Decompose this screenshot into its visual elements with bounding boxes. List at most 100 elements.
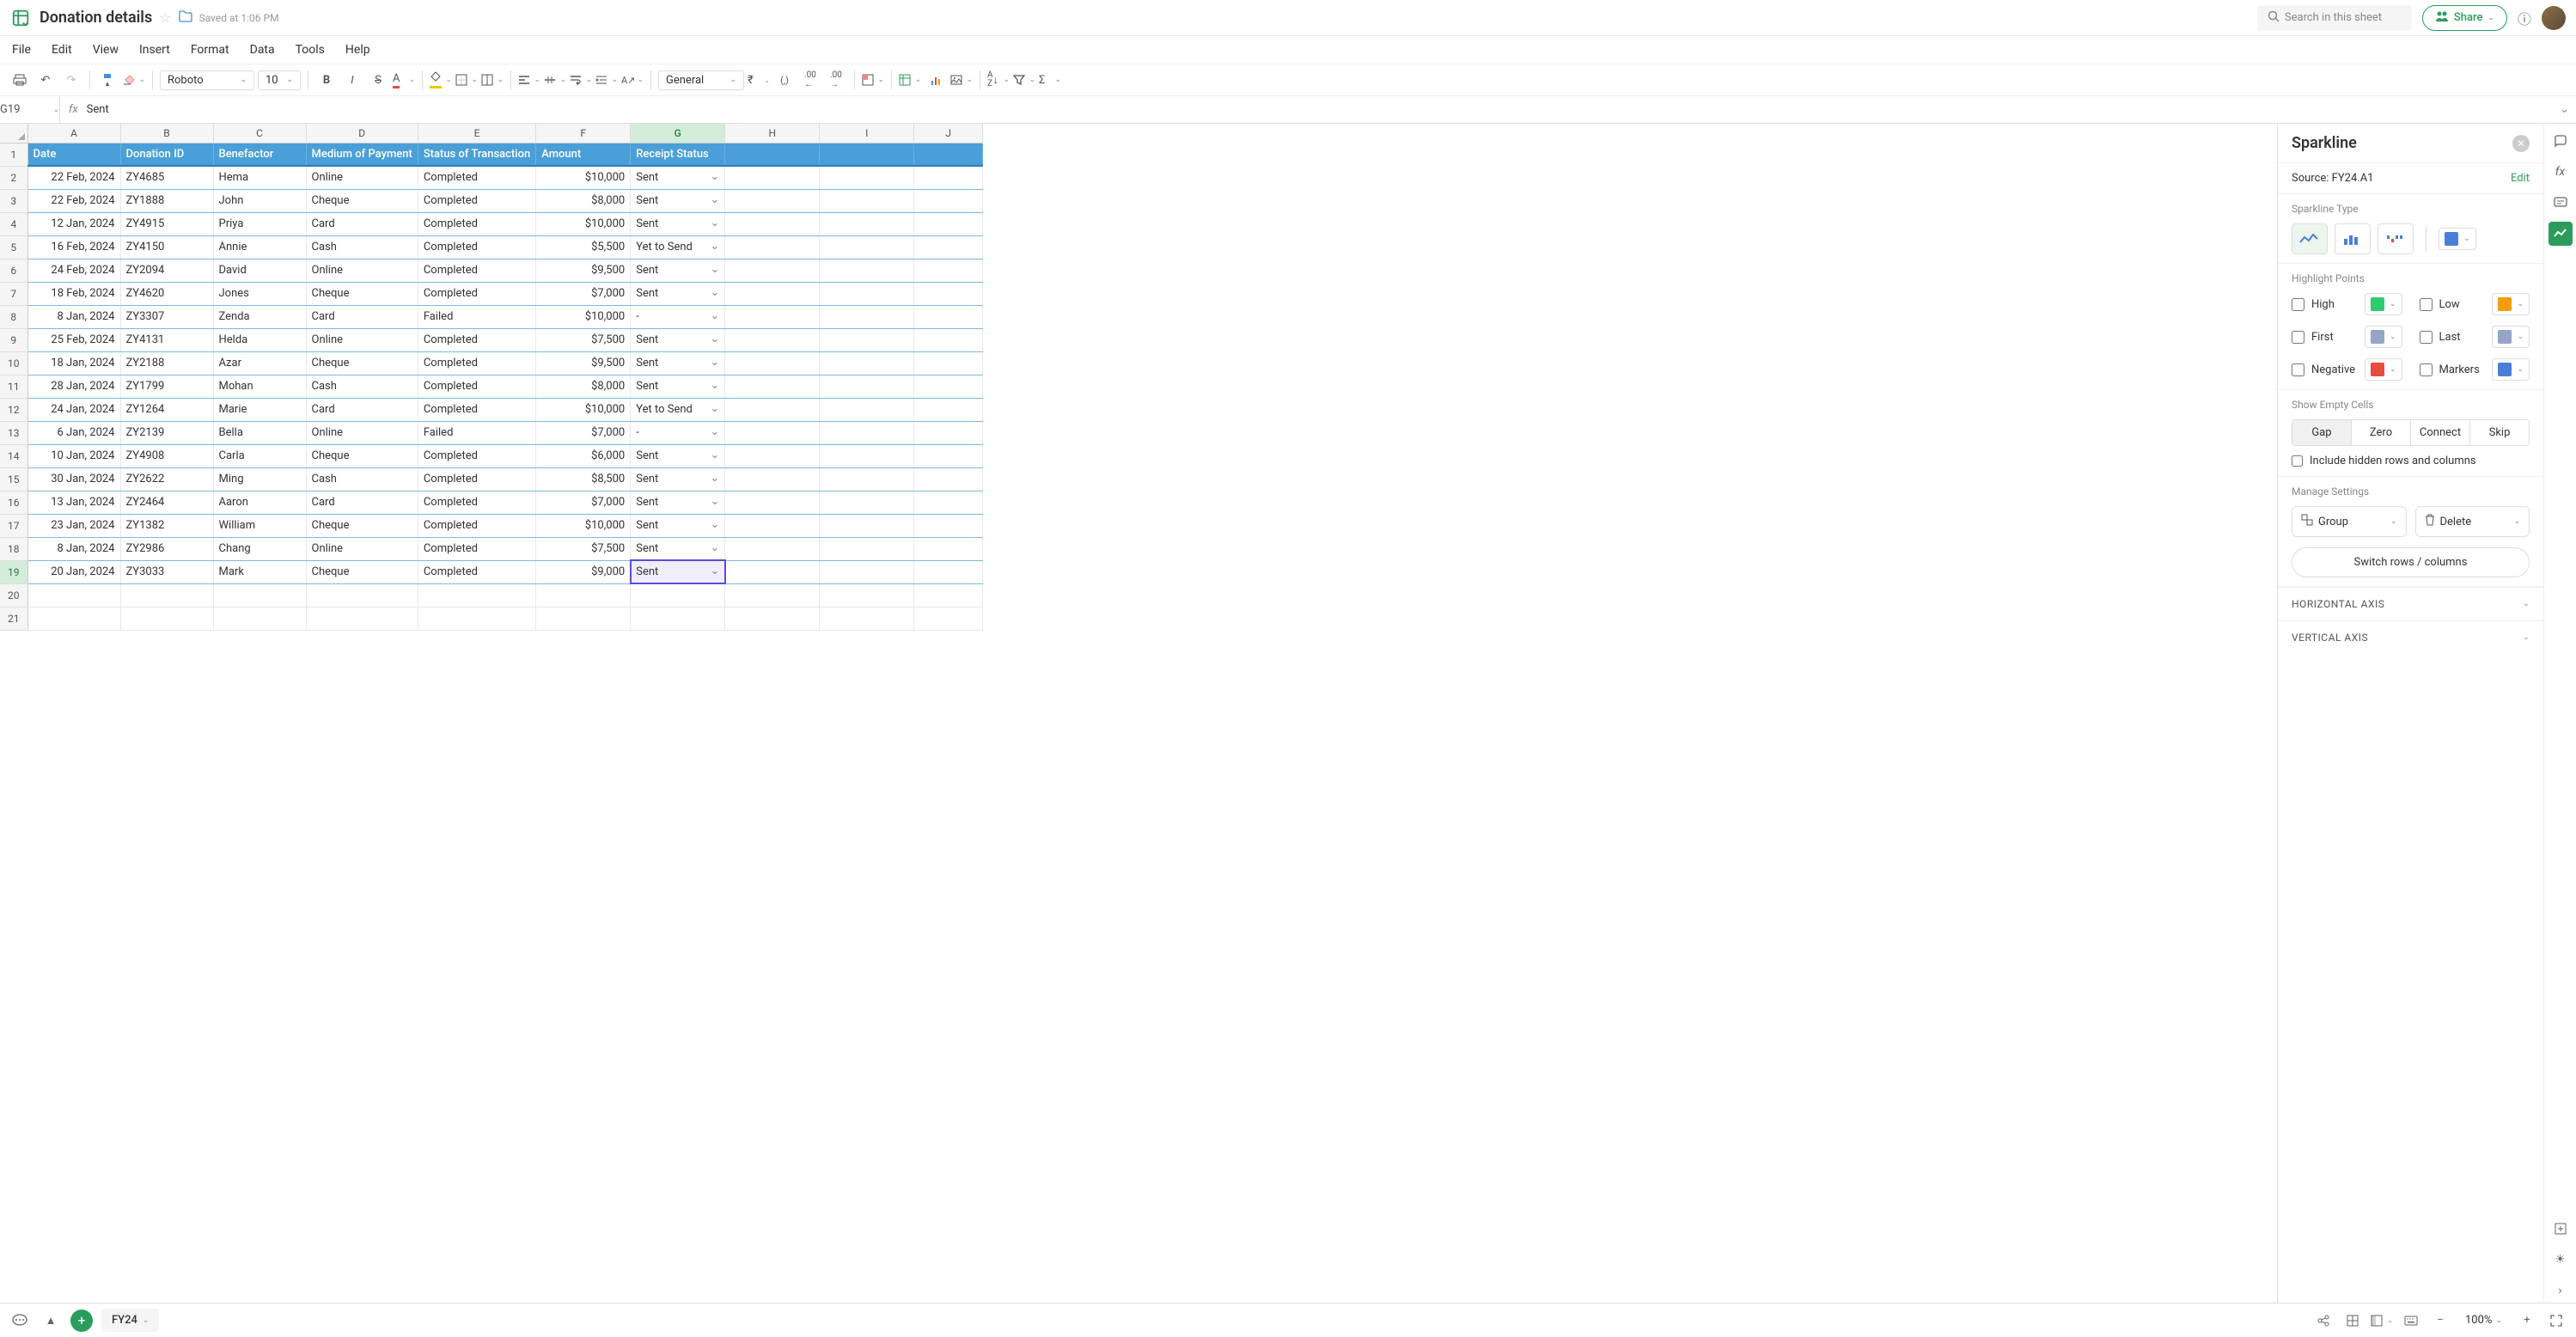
cell[interactable]: Sent — [631, 189, 725, 212]
cell[interactable]: Sent — [631, 514, 725, 537]
cell[interactable]: Cheque — [306, 560, 418, 583]
cell[interactable]: Azar — [213, 351, 306, 375]
cell[interactable] — [306, 583, 418, 607]
cell[interactable] — [820, 607, 914, 630]
conditional-format-icon[interactable]: ⌄ — [862, 69, 884, 91]
cell[interactable]: David — [213, 259, 306, 282]
cell[interactable]: ZY2986 — [120, 537, 213, 560]
row-header[interactable]: 11 — [0, 375, 27, 398]
sparkline-color-picker[interactable]: ⌄ — [2439, 228, 2476, 250]
cell[interactable]: Completed — [418, 398, 535, 421]
cell[interactable]: Completed — [418, 467, 535, 491]
header-cell[interactable]: Medium of Payment — [306, 143, 418, 166]
cell[interactable]: Card — [306, 305, 418, 328]
cell[interactable] — [725, 444, 820, 467]
chat-icon[interactable] — [9, 1310, 31, 1332]
row-header[interactable]: 20 — [0, 583, 27, 607]
cell[interactable]: Card — [306, 212, 418, 235]
fill-color-icon[interactable]: ⌄ — [430, 69, 452, 91]
cell[interactable]: $5,500 — [536, 235, 631, 259]
cell[interactable]: Jones — [213, 282, 306, 305]
font-size-select[interactable]: 10⌄ — [258, 70, 301, 90]
header-cell[interactable] — [725, 143, 820, 166]
cell[interactable] — [820, 351, 914, 375]
cell[interactable]: ZY1264 — [120, 398, 213, 421]
cell[interactable]: Cheque — [306, 189, 418, 212]
cell[interactable]: 6 Jan, 2024 — [27, 421, 120, 444]
thousands-icon[interactable]: (,) — [773, 69, 796, 91]
cell[interactable]: Cheque — [306, 444, 418, 467]
cell[interactable]: $10,000 — [536, 305, 631, 328]
delete-button[interactable]: Delete⌄ — [2415, 506, 2530, 537]
cell[interactable]: 22 Feb, 2024 — [27, 166, 120, 189]
freeze-icon[interactable]: ⌄ — [2371, 1310, 2393, 1332]
grid-view-icon[interactable] — [2341, 1310, 2364, 1332]
cell[interactable] — [914, 560, 983, 583]
col-header-G[interactable]: G — [631, 124, 725, 143]
markers-color[interactable]: ⌄ — [2492, 358, 2530, 381]
print-icon[interactable] — [9, 69, 31, 91]
cell[interactable] — [820, 212, 914, 235]
cell[interactable]: Sent — [631, 166, 725, 189]
cell[interactable]: Chang — [213, 537, 306, 560]
cell[interactable] — [820, 537, 914, 560]
cell[interactable] — [820, 583, 914, 607]
row-header[interactable]: 9 — [0, 328, 27, 351]
cell[interactable] — [725, 212, 820, 235]
low-color[interactable]: ⌄ — [2492, 293, 2530, 315]
cell[interactable] — [725, 421, 820, 444]
rail-sparkline-icon[interactable] — [2549, 222, 2573, 246]
zoom-in-icon[interactable]: + — [2516, 1310, 2538, 1332]
cell[interactable]: $7,000 — [536, 282, 631, 305]
cell[interactable]: Card — [306, 398, 418, 421]
cell[interactable]: Cash — [306, 375, 418, 398]
cell[interactable] — [725, 328, 820, 351]
cell[interactable] — [725, 235, 820, 259]
cell[interactable]: $8,000 — [536, 189, 631, 212]
cell[interactable]: 13 Jan, 2024 — [27, 491, 120, 514]
info-icon[interactable]: ⓘ — [2518, 8, 2531, 28]
cell[interactable] — [536, 583, 631, 607]
cell[interactable]: Bella — [213, 421, 306, 444]
insert-chart-icon[interactable] — [925, 69, 947, 91]
cell[interactable]: Failed — [418, 305, 535, 328]
cell[interactable]: Helda — [213, 328, 306, 351]
undo-icon[interactable]: ↶ — [34, 69, 57, 91]
cell[interactable]: $9,500 — [536, 259, 631, 282]
cell[interactable] — [725, 398, 820, 421]
cell[interactable] — [820, 560, 914, 583]
cell[interactable] — [27, 607, 120, 630]
cell[interactable]: Cheque — [306, 282, 418, 305]
last-color[interactable]: ⌄ — [2492, 326, 2530, 348]
rail-export-icon[interactable] — [2549, 1217, 2573, 1241]
row-header[interactable]: 1 — [0, 143, 27, 166]
redo-icon[interactable]: ↷ — [60, 69, 82, 91]
cell[interactable]: Cash — [306, 235, 418, 259]
cell[interactable]: Sent — [631, 537, 725, 560]
cell[interactable]: Hema — [213, 166, 306, 189]
header-cell[interactable]: Benefactor — [213, 143, 306, 166]
row-header[interactable]: 15 — [0, 467, 27, 491]
cell[interactable]: Completed — [418, 514, 535, 537]
wrap-icon[interactable]: ⌄ — [570, 69, 592, 91]
cell[interactable]: Ming — [213, 467, 306, 491]
row-header[interactable]: 12 — [0, 398, 27, 421]
app-logo-icon[interactable] — [10, 8, 31, 28]
cell[interactable]: ZY2094 — [120, 259, 213, 282]
rail-settings-icon[interactable]: ☀ — [2549, 1248, 2573, 1272]
cell[interactable]: Sent — [631, 491, 725, 514]
cell[interactable] — [820, 235, 914, 259]
col-header-H[interactable]: H — [725, 124, 820, 143]
cell[interactable]: ZY4131 — [120, 328, 213, 351]
cell[interactable]: $7,000 — [536, 421, 631, 444]
zoom-out-icon[interactable]: − — [2429, 1310, 2451, 1332]
sparkline-type-column[interactable] — [2335, 223, 2371, 254]
share-graph-icon[interactable] — [2312, 1310, 2335, 1332]
row-header[interactable]: 14 — [0, 444, 27, 467]
cell[interactable]: 8 Jan, 2024 — [27, 305, 120, 328]
spreadsheet-grid[interactable]: ABCDEFGHIJ 1DateDonation IDBenefactorMed… — [0, 124, 2277, 1303]
header-cell[interactable] — [820, 143, 914, 166]
negative-color[interactable]: ⌄ — [2365, 358, 2402, 381]
cell[interactable] — [914, 398, 983, 421]
fx-label[interactable]: fx — [60, 103, 87, 116]
